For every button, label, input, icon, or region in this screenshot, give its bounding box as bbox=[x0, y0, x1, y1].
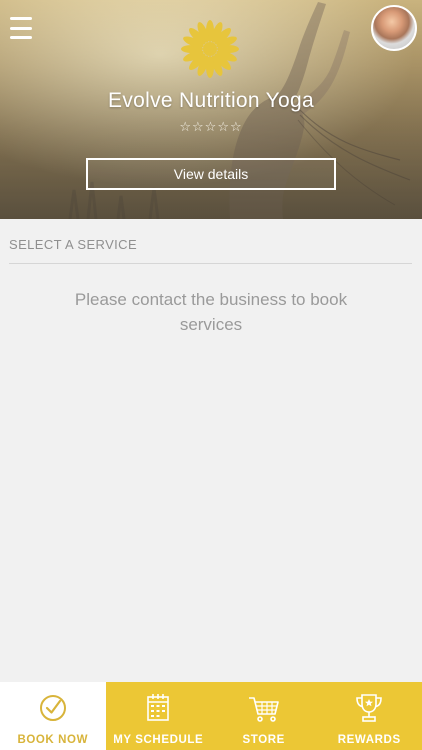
section-divider bbox=[9, 263, 412, 264]
tab-label: STORE bbox=[242, 734, 285, 746]
tab-book-now[interactable]: BOOK NOW bbox=[0, 682, 106, 750]
tab-rewards[interactable]: REWARDS bbox=[317, 682, 422, 750]
user-avatar[interactable] bbox=[371, 5, 417, 51]
hero-banner: Evolve Nutrition Yoga ☆☆☆☆☆ View details bbox=[0, 0, 422, 219]
check-circle-icon bbox=[39, 695, 66, 721]
hamburger-menu-icon[interactable] bbox=[10, 17, 34, 39]
tab-label: REWARDS bbox=[337, 734, 401, 746]
empty-state-message: Please contact the business to book serv… bbox=[74, 290, 348, 334]
trophy-icon bbox=[356, 694, 383, 722]
tab-my-schedule[interactable]: MY SCHEDULE bbox=[106, 682, 212, 750]
tab-label: BOOK NOW bbox=[17, 734, 89, 746]
tab-label: MY SCHEDULE bbox=[113, 734, 204, 746]
rating-stars: ☆☆☆☆☆ bbox=[179, 120, 243, 135]
tab-store[interactable]: STORE bbox=[211, 682, 317, 750]
calendar-icon bbox=[147, 694, 170, 721]
shopping-cart-icon bbox=[248, 697, 279, 722]
bottom-nav: BOOK NOW MY SCHEDULE STORE REWARDS bbox=[0, 682, 422, 750]
section-title: SELECT A SERVICE bbox=[9, 237, 138, 252]
view-details-button[interactable]: View details bbox=[86, 158, 336, 190]
lotus-flower-icon bbox=[181, 20, 239, 78]
business-name: Evolve Nutrition Yoga bbox=[108, 89, 314, 112]
